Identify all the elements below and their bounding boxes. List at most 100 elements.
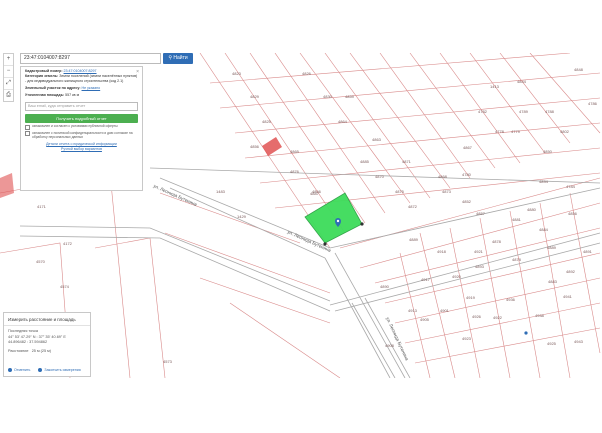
finish-icon xyxy=(38,368,43,372)
parcel-number: 4859 xyxy=(345,94,355,99)
fullscreen-icon[interactable]: ⤢ xyxy=(4,78,13,90)
parcel-number: 4865 xyxy=(290,149,300,154)
building-marker-left xyxy=(0,173,14,198)
measure-point[interactable] xyxy=(323,242,327,246)
parcel-number: 4864 xyxy=(338,119,348,124)
building-marker xyxy=(262,137,282,156)
measure-point[interactable] xyxy=(360,222,364,226)
category-label: Категория земель: xyxy=(25,74,59,78)
distance-value: 25 м (25 м) xyxy=(31,348,52,353)
parcel-number: 4908 xyxy=(385,343,395,348)
measure-panel: Измерить расстояние и площадь Последняя … xyxy=(3,312,91,377)
parcel-number: 4893 xyxy=(475,264,485,269)
parcel-number: 1429 xyxy=(237,214,247,219)
privacy-checkbox[interactable] xyxy=(25,131,30,136)
parcel-number: 4905 xyxy=(420,317,430,322)
parcel-info-panel: × Кадастровый номер: 23:47:0104007:8297 … xyxy=(20,66,143,191)
parcel-number: 4778 xyxy=(495,129,505,134)
measure-point[interactable] xyxy=(524,331,528,335)
offer-checkbox[interactable] xyxy=(25,124,30,130)
parcel-number: 4823 xyxy=(232,71,242,76)
parcel-number: 4872 xyxy=(408,204,418,209)
parcel-number: 1413 xyxy=(490,84,500,89)
parcel-number: 4570 xyxy=(36,259,46,264)
finish-measure-button[interactable]: Закончить измерения xyxy=(38,367,81,372)
zoom-out-button[interactable]: − xyxy=(4,66,13,78)
parcel-number: 4941 xyxy=(563,294,573,299)
cancel-measure-button[interactable]: Отменить xyxy=(8,368,30,372)
parcel-number: 4788 xyxy=(545,109,555,114)
parcel-number: 4784 xyxy=(566,184,576,189)
parcel-number: 4825 xyxy=(262,119,272,124)
parcel-number: 4922 xyxy=(493,315,503,320)
selected-parcel[interactable] xyxy=(304,192,363,244)
parcel-number: 4848 xyxy=(574,67,584,72)
parcel-number: 4856 xyxy=(568,211,578,216)
parcel-number: 4885 xyxy=(360,159,370,164)
parcel-number: 4926 xyxy=(472,314,482,319)
parcel-number: 4866 xyxy=(312,189,322,194)
parcel-number: 4574 xyxy=(60,284,70,289)
parcel-number: 4826 xyxy=(302,71,312,76)
privacy-consent-text: ознакомлен с политикой конфиденциальност… xyxy=(32,130,133,139)
measure-title: Измерить расстояние и площадь xyxy=(4,313,90,326)
close-icon[interactable]: × xyxy=(136,69,139,75)
parcel-number: 4923 xyxy=(462,336,472,341)
parcel-number: 4938 xyxy=(535,313,545,318)
finish-label: Закончить измерения xyxy=(44,367,81,372)
parcel-number: 4868 xyxy=(438,174,448,179)
parcel-number: 4891 xyxy=(583,249,593,254)
parcel-number: 4857 xyxy=(476,211,486,216)
print-icon[interactable]: ⎙ xyxy=(4,90,13,101)
parcel-number: 4943 xyxy=(574,339,584,344)
parcel-number: 4878 xyxy=(512,257,522,262)
cancel-label: Отменить xyxy=(14,367,31,372)
parcel-number: 4830 xyxy=(323,94,333,99)
parcel-number: 4867 xyxy=(463,145,473,150)
area-value: 557 кв м xyxy=(65,93,80,97)
parcel-number: 4871 xyxy=(402,159,412,164)
parcel-number: 4172 xyxy=(63,241,73,246)
parcel-number: 4856 xyxy=(250,144,260,149)
parcel-number: 4890 xyxy=(380,284,390,289)
manual-select-link[interactable]: Ручной выбор вариантов xyxy=(25,147,138,152)
parcel-number: 4573 xyxy=(163,359,173,364)
parcel-number: 4852 xyxy=(462,199,472,204)
parcel-number: 4921 xyxy=(474,249,484,254)
parcel-number: 4863 xyxy=(372,137,382,142)
parcel-number: 4920 xyxy=(452,274,462,279)
parcel-number: 4925 xyxy=(547,341,557,346)
use-value: - для индивидуального жилищного строител… xyxy=(25,79,124,83)
search-button[interactable]: ⚲ Найти xyxy=(163,53,193,64)
street-label: ул. Леонида Бутенина xyxy=(385,316,410,361)
cadastral-number-link[interactable]: 23:47:0104007:8297 xyxy=(64,69,97,73)
parcel-number: 4802 xyxy=(560,129,570,134)
parcel-number: 4779 xyxy=(511,129,521,134)
zoom-in-button[interactable]: + xyxy=(4,54,13,66)
distance-label: Расстояние xyxy=(8,348,29,353)
category-value: Земли поселений (земли населённых пункто… xyxy=(59,74,138,78)
parcel-number: 4850 xyxy=(543,149,553,154)
parcel-number: 4913 xyxy=(408,308,418,313)
email-field[interactable]: Ваш email, куда отправить отчет xyxy=(25,102,138,111)
get-report-button[interactable]: Получить подробный отчет xyxy=(25,114,138,123)
parcel-number: 4875 xyxy=(395,189,405,194)
parcel-number: 4918 xyxy=(437,249,447,254)
coords-decimal: 44.896482 : 37.594862 xyxy=(8,340,48,344)
parcel-number: 4919 xyxy=(466,295,476,300)
parcel-number: 4876 xyxy=(290,169,300,174)
cancel-icon xyxy=(8,368,12,372)
parcel-number: 4880 xyxy=(527,207,537,212)
parcel-number: 4873 xyxy=(442,189,452,194)
parcel-number: 4878 xyxy=(492,239,502,244)
search-input[interactable]: 23:47:0104007:8297 xyxy=(20,53,161,64)
parcel-number: 4829 xyxy=(250,94,260,99)
parcel-number: 4889 xyxy=(547,245,557,250)
address-value[interactable]: Не указано xyxy=(82,86,101,90)
parcel-number: 4780 xyxy=(462,172,472,177)
parcel-number: 1483 xyxy=(216,189,226,194)
area-label: Уточненная площадь: xyxy=(25,93,65,97)
parcel-number: 4881 xyxy=(512,217,522,222)
parcel-number: 4901 xyxy=(440,308,450,313)
parcel-number: 4844 xyxy=(517,79,527,84)
